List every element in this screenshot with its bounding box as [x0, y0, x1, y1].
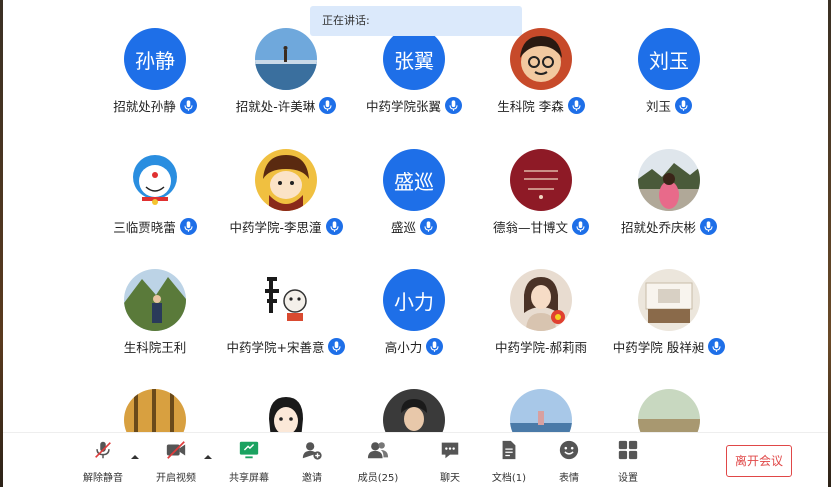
- participant-tile[interactable]: [589, 361, 749, 440]
- video-options-caret-icon[interactable]: [203, 447, 213, 459]
- meeting-toolbar: 解除静音 开启视频 共享屏幕 邀请 成员(25) 聊天 文档(1) 表情 设置 …: [3, 432, 828, 487]
- avatar: 刘玉: [638, 28, 700, 90]
- participant-name: 三临贾晓蕾: [113, 219, 176, 235]
- participant-name: 中药学院-郝莉雨: [494, 339, 587, 355]
- mic-icon: [179, 96, 197, 114]
- participant-name: 中药学院张翼: [365, 98, 441, 114]
- avatar-photo: [124, 149, 186, 211]
- emoji-icon: [539, 437, 599, 463]
- leave-meeting-label: 离开会议: [734, 454, 783, 468]
- invite-button[interactable]: 邀请: [282, 437, 342, 485]
- members-icon: [348, 437, 408, 463]
- settings-button[interactable]: 设置: [598, 437, 658, 485]
- unmute-button[interactable]: 解除静音: [73, 437, 133, 485]
- participant-name: 生科院王利: [123, 339, 187, 355]
- audio-options-caret-icon[interactable]: [130, 447, 140, 459]
- avatar: 盛巡: [383, 149, 445, 211]
- avatar-photo: [255, 269, 317, 331]
- mic-icon: [179, 217, 197, 235]
- leave-meeting-button[interactable]: 离开会议: [726, 445, 792, 477]
- video-off-icon: [146, 437, 206, 463]
- speaking-indicator: 正在讲话:: [310, 6, 522, 36]
- avatar-photo: [510, 28, 572, 90]
- avatar: 孙静: [124, 28, 186, 90]
- start-video-label: 开启视频: [156, 473, 196, 484]
- avatar-photo: [510, 269, 572, 331]
- mic-icon: [708, 337, 726, 355]
- participant-name: 盛巡: [390, 219, 416, 235]
- mic-icon: [675, 96, 692, 114]
- avatar-initials: 孙静: [135, 48, 175, 73]
- mic-icon: [426, 337, 444, 355]
- avatar-initials: 张翼: [394, 48, 434, 73]
- docs-label: 文档(1): [491, 473, 527, 484]
- avatar-photo: [255, 149, 317, 211]
- participant-name: 中药学院 殷祥昶: [612, 339, 705, 355]
- avatar-photo: [255, 28, 317, 90]
- participant-name: 中药学院-李思潼: [229, 219, 322, 235]
- mic-icon: [700, 217, 717, 235]
- muted-mic-icon: [73, 437, 133, 463]
- avatar-initials: 小力: [394, 289, 434, 314]
- avatar: 小力: [383, 269, 445, 331]
- share-screen-button[interactable]: 共享屏幕: [219, 437, 279, 485]
- emoji-label: 表情: [559, 473, 579, 484]
- emoji-button[interactable]: 表情: [539, 437, 599, 485]
- avatar-initials: 盛巡: [394, 169, 434, 194]
- avatar-photo: [638, 269, 700, 331]
- invite-label: 邀请: [302, 473, 322, 484]
- participant-tile[interactable]: 刘玉 刘玉: [589, 0, 749, 120]
- settings-label: 设置: [618, 473, 638, 484]
- avatar-photo: [510, 149, 572, 211]
- mic-icon: [420, 217, 437, 235]
- participant-name: 招就处-许美琳: [235, 98, 316, 114]
- members-button[interactable]: 成员(25): [348, 437, 408, 485]
- chat-label: 聊天: [440, 473, 460, 484]
- docs-button[interactable]: 文档(1): [479, 437, 539, 485]
- participant-name: 中药学院+宋善意: [226, 339, 325, 355]
- chat-button[interactable]: 聊天: [420, 437, 480, 485]
- document-icon: [479, 437, 539, 463]
- start-video-button[interactable]: 开启视频: [146, 437, 206, 485]
- participant-name: 高小力: [384, 339, 423, 355]
- share-screen-label: 共享屏幕: [229, 473, 269, 484]
- members-label: 成员(25): [357, 473, 399, 484]
- speaking-label: 正在讲话:: [322, 14, 370, 27]
- share-screen-icon: [219, 437, 279, 463]
- avatar-initials: 刘玉: [649, 48, 689, 73]
- participant-name: 刘玉: [645, 98, 671, 114]
- mic-icon: [567, 96, 585, 114]
- participant-tile[interactable]: 招就处乔庆彬: [589, 121, 749, 241]
- mic-icon: [572, 217, 589, 235]
- avatar: 张翼: [383, 28, 445, 90]
- participant-grid: 孙静 招就处孙静 招就处-许美琳 张翼 中药学院张翼 生科院 李森 刘玉 刘玉: [3, 0, 828, 440]
- participant-name: 生科院 李森: [497, 98, 564, 114]
- settings-grid-icon: [598, 437, 658, 463]
- avatar-photo: [638, 149, 700, 211]
- participant-tile[interactable]: 中药学院 殷祥昶: [589, 241, 749, 361]
- participant-name: 招就处孙静: [113, 98, 176, 114]
- invite-user-icon: [282, 437, 342, 463]
- mic-icon: [445, 96, 462, 114]
- chat-icon: [420, 437, 480, 463]
- avatar-photo: [124, 269, 186, 331]
- meeting-window: 正在讲话: 孙静 招就处孙静 招就处-许美琳 张翼 中药学院张翼 生科院 李森 …: [3, 0, 828, 487]
- participant-name: 招就处乔庆彬: [620, 219, 696, 235]
- participant-name: 德翁—甘博文: [492, 219, 568, 235]
- unmute-label: 解除静音: [83, 473, 123, 484]
